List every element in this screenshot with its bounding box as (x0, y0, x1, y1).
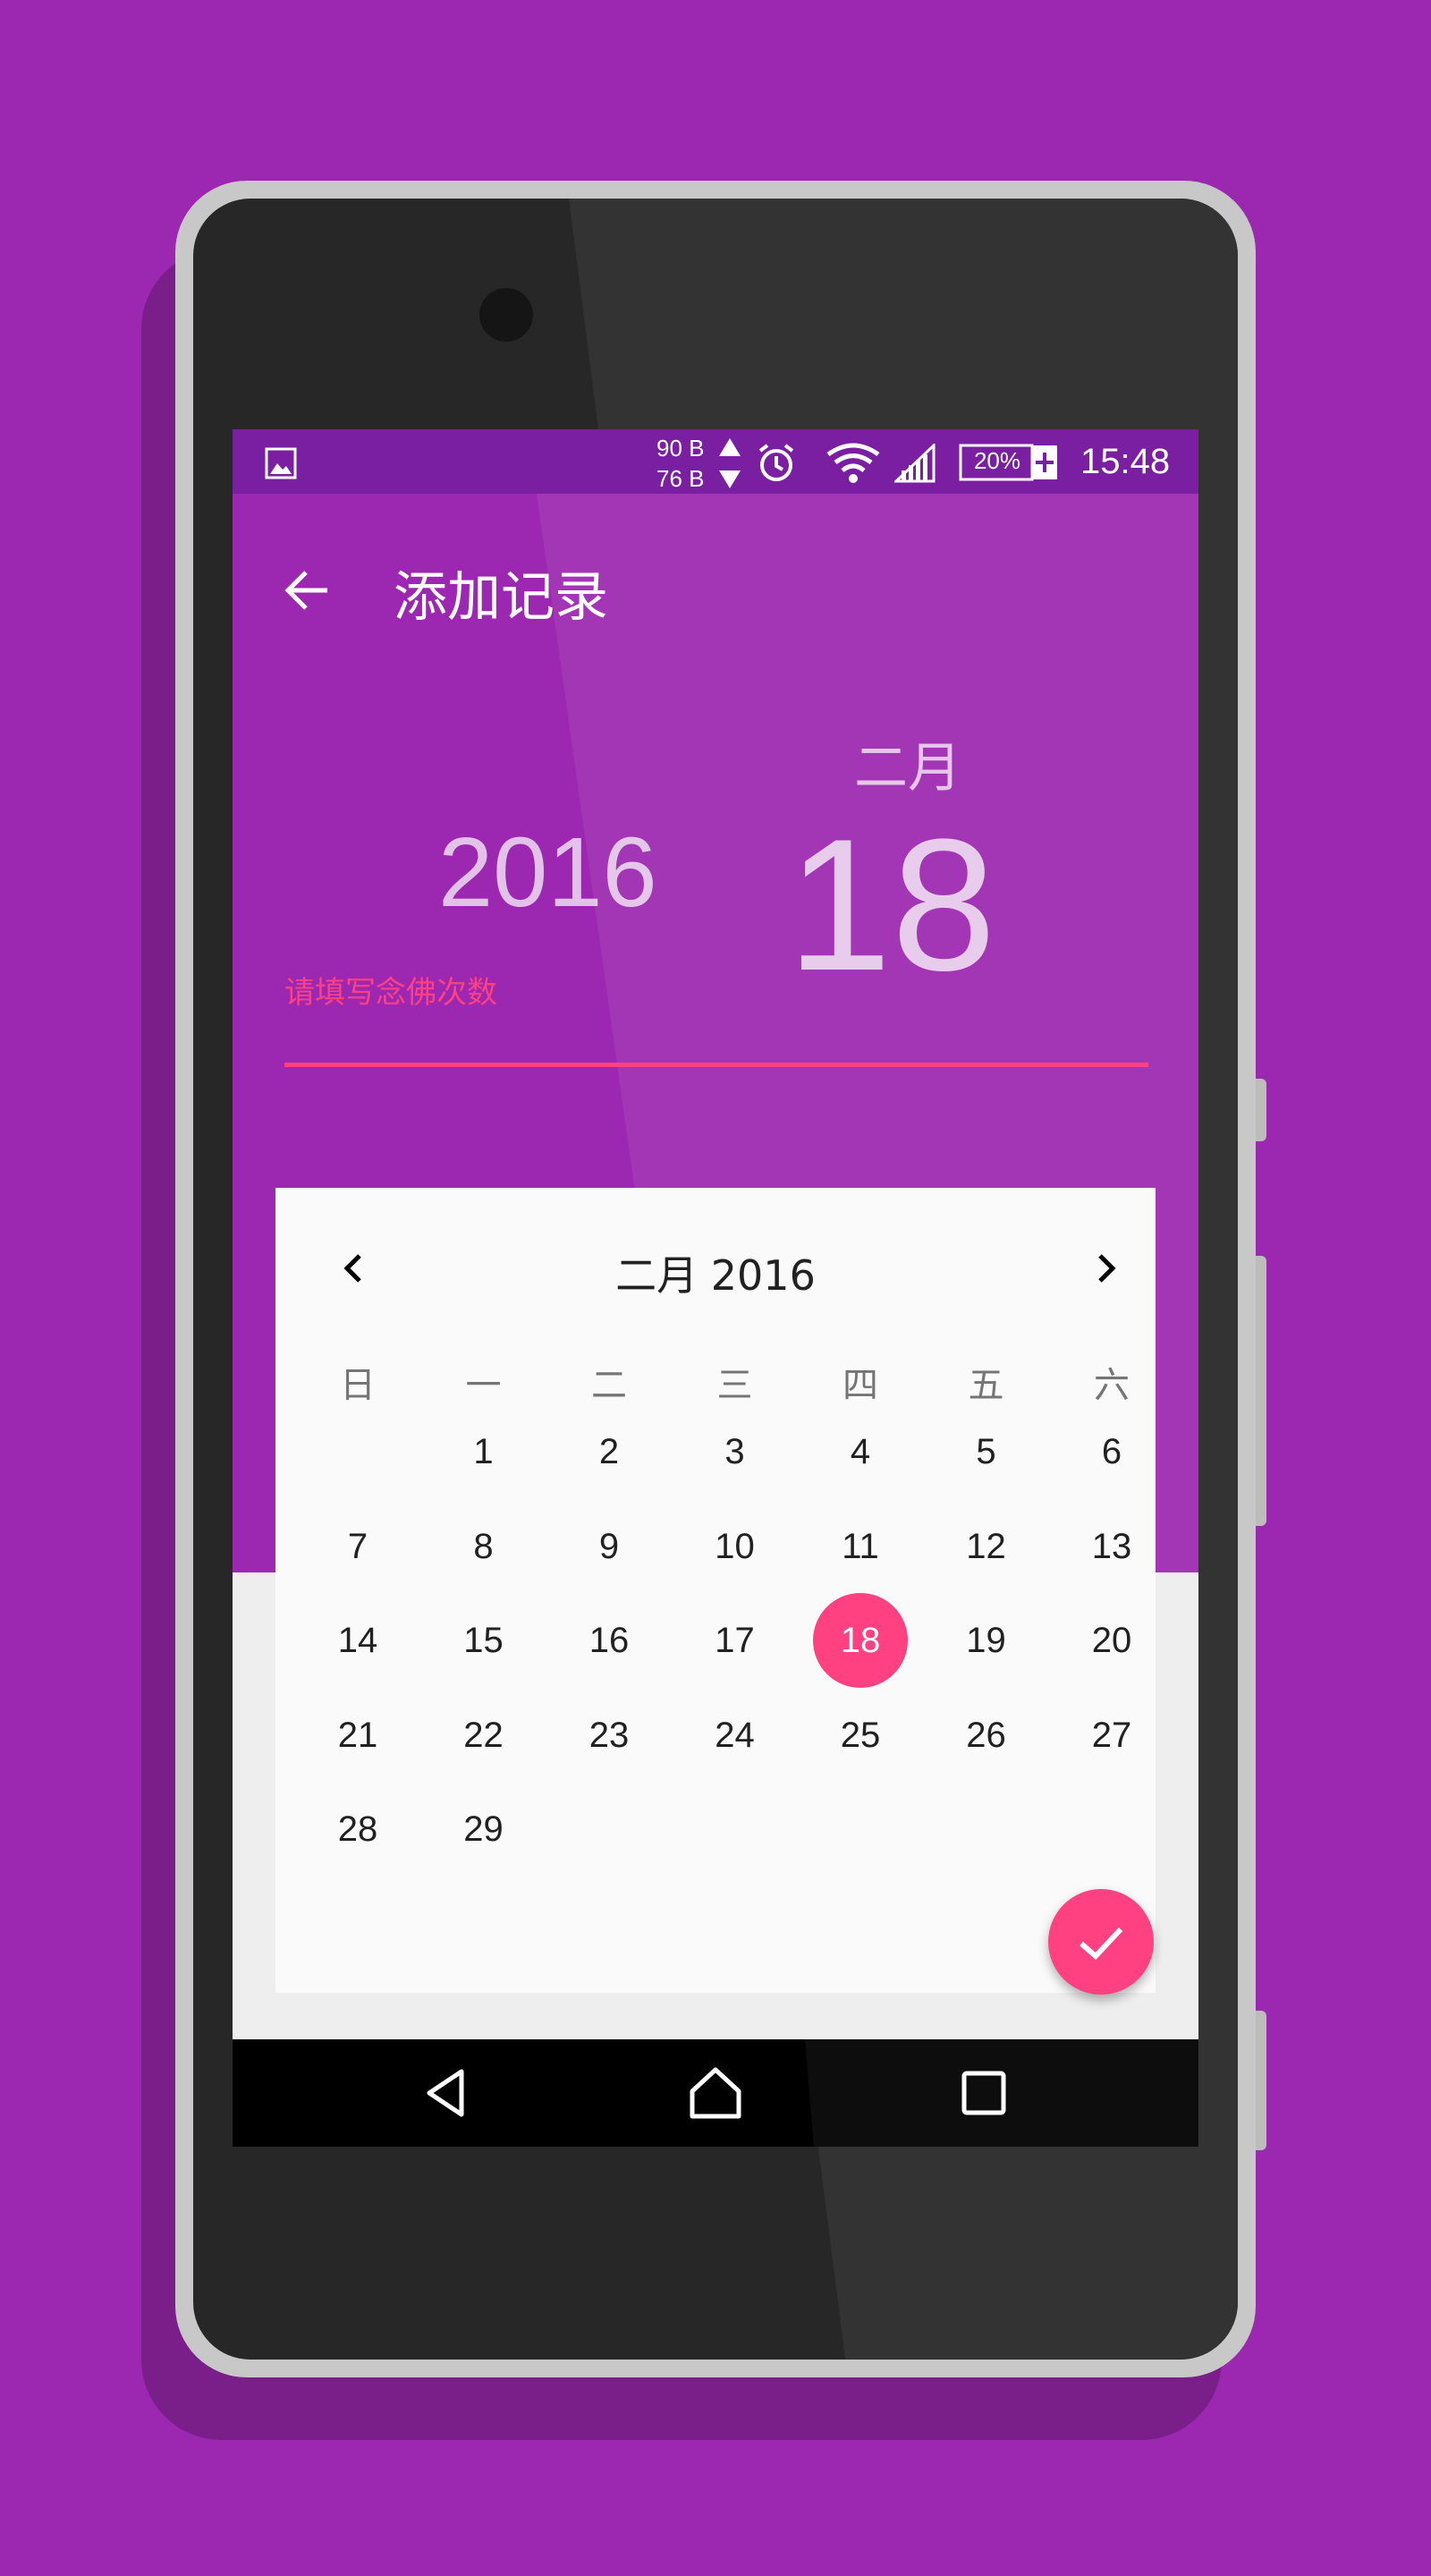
count-input-placeholder[interactable]: 请填写念佛次数 (284, 968, 497, 1012)
device-screen: 90 B 76 B 20% 15:48 添加记录 二月 2016 18 请填写念… (233, 429, 1198, 2147)
calendar-month-title: 二月 2016 (615, 1251, 816, 1300)
calendar-day[interactable]: 27 (1049, 1688, 1174, 1783)
calendar-day[interactable]: 25 (798, 1688, 923, 1783)
net-arrows-icon (719, 438, 741, 488)
header-month[interactable]: 二月 (841, 724, 975, 802)
confirm-fab[interactable] (1048, 1889, 1154, 1995)
weekday-label: 日 (340, 1365, 376, 1406)
home-icon[interactable] (689, 2064, 742, 2122)
calendar-day[interactable]: 5 (924, 1404, 1049, 1499)
alarm-icon (758, 444, 794, 481)
weekday-label: 二 (591, 1365, 627, 1406)
calendar-day[interactable]: 3 (673, 1404, 798, 1499)
calendar-day[interactable]: 4 (798, 1404, 923, 1499)
calendar-day[interactable]: 9 (546, 1499, 672, 1594)
calendar-day[interactable]: 1 (421, 1404, 546, 1499)
phone-side-button-2 (1256, 1256, 1266, 1526)
page-title: 添加记录 (394, 566, 608, 629)
calendar-day[interactable]: 13 (1049, 1499, 1174, 1594)
calendar-day[interactable]: 22 (421, 1688, 546, 1783)
calendar-day[interactable]: 17 (673, 1593, 798, 1688)
calendar-day[interactable]: 29 (421, 1782, 546, 1877)
calendar-day[interactable]: 14 (295, 1593, 420, 1688)
check-icon (1080, 1927, 1123, 1961)
calendar-day[interactable]: 2 (546, 1404, 672, 1499)
calendar-day[interactable]: 15 (421, 1593, 546, 1688)
calendar-day[interactable]: 16 (546, 1593, 672, 1688)
status-bar: 90 B 76 B 20% 15:48 (233, 429, 1198, 494)
calendar-day[interactable]: 26 (924, 1688, 1049, 1783)
calendar-day[interactable]: 10 (673, 1499, 798, 1594)
wifi-icon (826, 443, 880, 483)
system-nav-bar (233, 2039, 1198, 2147)
front-camera (479, 288, 533, 342)
clock: 15:48 (1080, 442, 1171, 481)
net-speed-up: 90 B (656, 435, 705, 462)
weekday-label: 三 (716, 1365, 753, 1406)
calendar-day[interactable]: 24 (673, 1688, 798, 1783)
calendar-day[interactable]: 6 (1049, 1404, 1174, 1499)
count-input-underline[interactable] (284, 1063, 1148, 1067)
calendar-day[interactable]: 23 (546, 1688, 672, 1783)
net-speed-down: 76 B (656, 465, 705, 492)
calendar-day[interactable]: 20 (1049, 1593, 1174, 1688)
weekday-label: 六 (1094, 1365, 1130, 1406)
calendar-card: 二月 2016 日一二三四五六 1 2 3 4 5 6 7 8 9 10 11 12 13 14 15 16 1… (275, 1188, 1156, 1993)
recents-icon[interactable] (957, 2066, 1011, 2120)
image-icon (265, 447, 297, 479)
calendar-day[interactable]: 21 (295, 1688, 420, 1783)
calendar-day[interactable]: 8 (421, 1499, 546, 1594)
calendar-day-selected[interactable]: 18 (798, 1593, 923, 1688)
header-day[interactable]: 18 (787, 798, 996, 1013)
calendar-day[interactable]: 28 (295, 1782, 420, 1877)
signal-icon (894, 444, 936, 483)
battery-percent: 20% (973, 447, 1021, 474)
phone-side-button-3 (1256, 2011, 1266, 2150)
chevron-right-icon[interactable] (1079, 1241, 1132, 1295)
arrow-left-icon[interactable] (283, 565, 333, 615)
weekday-label: 四 (843, 1365, 878, 1406)
calendar-day[interactable]: 7 (295, 1499, 420, 1594)
calendar-day[interactable]: 12 (924, 1499, 1049, 1594)
phone-side-button-1 (1256, 1079, 1266, 1141)
weekday-label: 一 (465, 1365, 502, 1406)
calendar-day[interactable]: 11 (798, 1499, 923, 1594)
weekday-label: 五 (968, 1365, 1004, 1406)
back-triangle-icon[interactable] (420, 2066, 474, 2120)
calendar-day[interactable]: 19 (924, 1593, 1049, 1688)
header-year[interactable]: 2016 (438, 816, 657, 929)
